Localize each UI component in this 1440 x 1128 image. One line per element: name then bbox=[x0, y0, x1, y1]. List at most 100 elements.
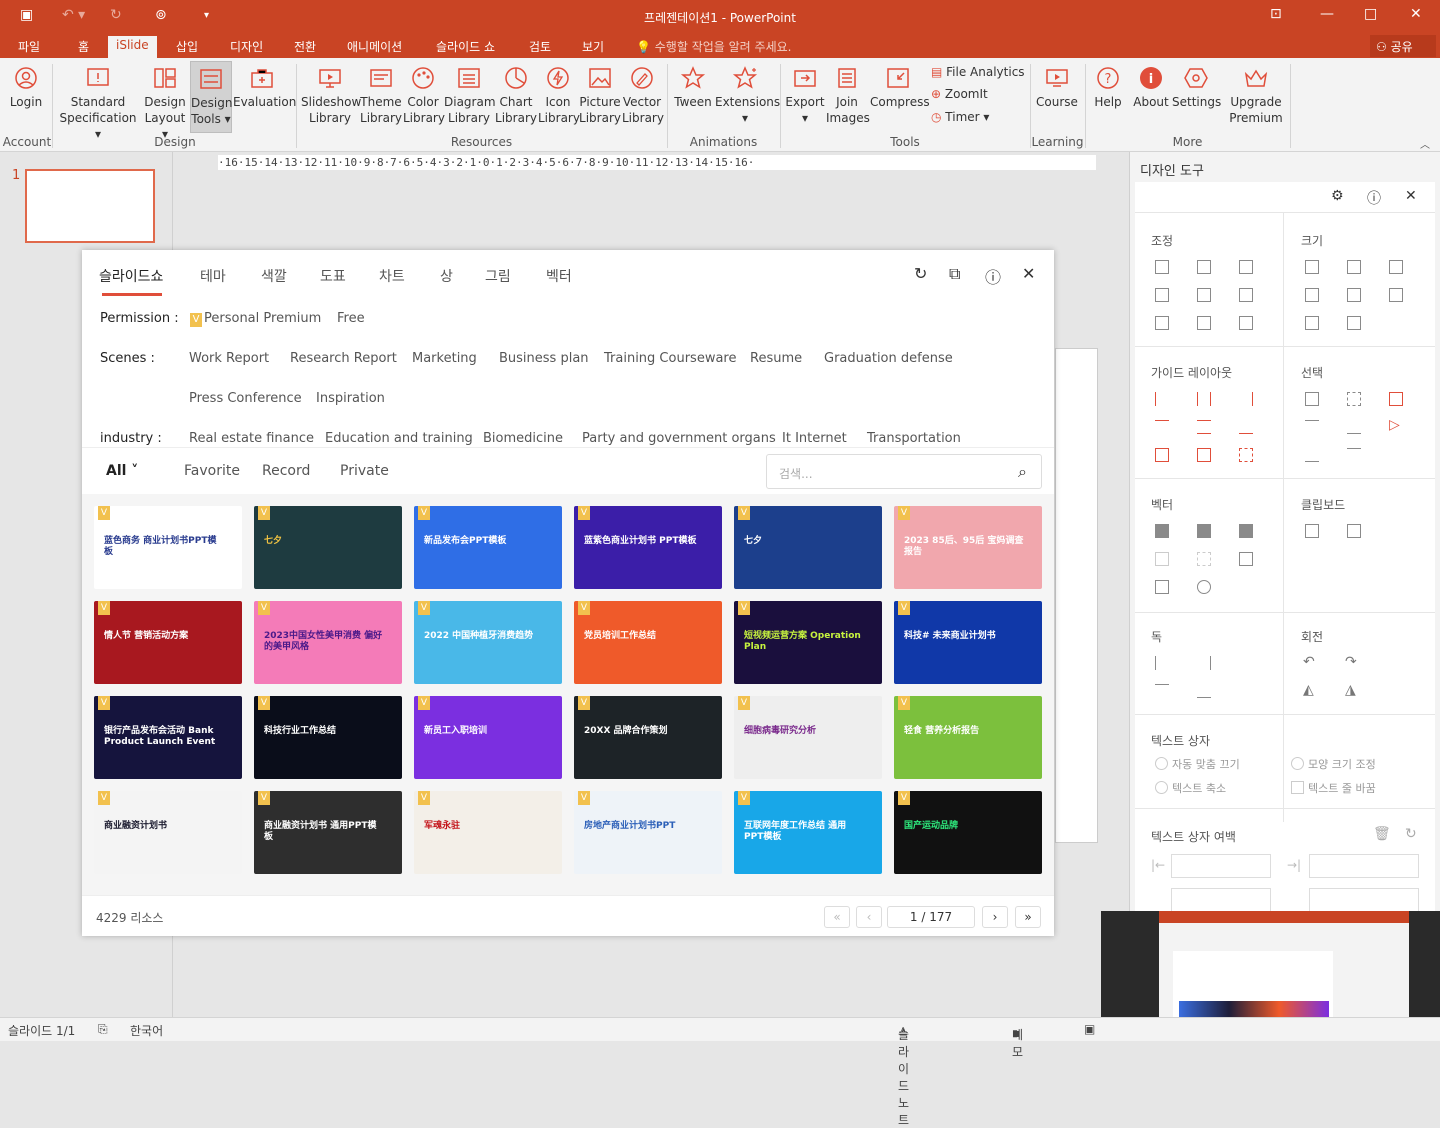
standard-specification-button[interactable]: Standard Specification ▾ bbox=[58, 66, 138, 142]
tab-color[interactable]: 색깔 bbox=[261, 266, 287, 286]
align-center-icon[interactable] bbox=[1197, 260, 1211, 274]
ribbon-display-icon[interactable]: ⊡ bbox=[1270, 6, 1282, 22]
shrink-text-option[interactable]: 텍스트 축소 bbox=[1155, 780, 1226, 796]
compress-button[interactable]: Compress bbox=[870, 66, 930, 110]
select-top-icon[interactable] bbox=[1305, 420, 1319, 434]
align-middle-icon[interactable] bbox=[1197, 288, 1211, 302]
join-images-button[interactable]: Join Images bbox=[826, 66, 870, 126]
guide-fit-icon[interactable] bbox=[1239, 448, 1253, 462]
trash-icon[interactable]: 🗑 bbox=[1373, 826, 1391, 842]
intersect-icon[interactable] bbox=[1155, 552, 1169, 566]
select-same-icon[interactable] bbox=[1305, 392, 1319, 406]
wrap-text-option[interactable]: 텍스트 줄 바꿈 bbox=[1291, 780, 1376, 796]
paste-icon[interactable] bbox=[1347, 524, 1361, 538]
template-card[interactable]: V 军魂永驻 bbox=[414, 791, 562, 874]
evaluation-button[interactable]: Evaluation bbox=[233, 66, 296, 110]
guide-center-icon[interactable] bbox=[1197, 392, 1211, 406]
tab-picture[interactable]: 그림 bbox=[485, 266, 511, 286]
tab-transitions[interactable]: 전환 bbox=[294, 38, 316, 55]
copy-icon[interactable] bbox=[1305, 524, 1319, 538]
filter-private[interactable]: Private bbox=[340, 463, 389, 479]
settings-button[interactable]: Settings bbox=[1172, 66, 1221, 110]
extend-top-icon[interactable] bbox=[1305, 316, 1319, 330]
filter-free[interactable]: Free bbox=[337, 311, 365, 326]
scene-business-plan[interactable]: Business plan bbox=[499, 351, 589, 366]
filter-all[interactable]: All ˅ bbox=[106, 463, 138, 479]
template-card[interactable]: V 国产运动品牌 bbox=[894, 791, 1042, 874]
guide-right-icon[interactable] bbox=[1239, 392, 1253, 406]
align-left-icon[interactable] bbox=[1155, 260, 1169, 274]
align-bottom-icon[interactable] bbox=[1239, 288, 1253, 302]
template-card[interactable]: V 科技# 未来商业计划书 bbox=[894, 601, 1042, 684]
swap-size-icon[interactable] bbox=[1389, 288, 1403, 302]
template-card[interactable]: V 细胞病毒研究分析 bbox=[734, 696, 882, 779]
tab-view[interactable]: 보기 bbox=[582, 38, 604, 55]
export-button[interactable]: Export ▾ bbox=[784, 66, 826, 126]
tab-insert[interactable]: 삽입 bbox=[176, 38, 198, 55]
design-layout-button[interactable]: Design Layout ▾ bbox=[142, 66, 188, 142]
guide-left-icon[interactable] bbox=[1155, 392, 1169, 406]
dock-right-icon[interactable] bbox=[1197, 656, 1211, 670]
select-pointer-icon[interactable]: ▷ bbox=[1389, 417, 1400, 433]
file-analytics-button[interactable]: ▤ File Analytics bbox=[931, 65, 1025, 79]
template-card[interactable]: V 房地产商业计划书PPT bbox=[574, 791, 722, 874]
template-card[interactable]: V 情人节 营销活动方案 bbox=[94, 601, 242, 684]
industry-real-estate[interactable]: Real estate finance bbox=[189, 431, 314, 446]
vector-library-button[interactable]: Vector Library bbox=[622, 66, 664, 126]
industry-it-internet[interactable]: It Internet bbox=[782, 431, 847, 446]
guide-middle-icon[interactable] bbox=[1197, 420, 1211, 434]
guide-top-icon[interactable] bbox=[1155, 420, 1169, 434]
industry-party-government[interactable]: Party and government organs bbox=[582, 431, 776, 446]
upgrade-premium-button[interactable]: Upgrade Premium bbox=[1228, 66, 1284, 126]
template-card[interactable]: V 银行产品发布会活动 Bank Product Launch Event bbox=[94, 696, 242, 779]
template-card[interactable]: V 七夕 bbox=[254, 506, 402, 589]
rotate-left-icon[interactable]: ↶ bbox=[1303, 654, 1315, 670]
flip-horizontal-icon[interactable]: ◭ bbox=[1303, 682, 1314, 698]
rotate-right-icon[interactable]: ↷ bbox=[1345, 654, 1357, 670]
margin-right-input[interactable] bbox=[1309, 854, 1419, 878]
filter-favorite[interactable]: Favorite bbox=[184, 463, 240, 479]
autofit-off-option[interactable]: 자동 맞춤 끄기 bbox=[1155, 756, 1240, 772]
help-icon[interactable]: ⓘ bbox=[985, 264, 1001, 288]
normal-view-icon[interactable]: ▣ bbox=[1084, 1022, 1095, 1036]
design-tools-button[interactable]: Design Tools ▾ bbox=[190, 61, 232, 133]
flip-vertical-icon[interactable]: ◮ bbox=[1345, 682, 1356, 698]
tween-button[interactable]: Tween bbox=[672, 66, 714, 110]
extend-bottom-icon[interactable] bbox=[1347, 316, 1361, 330]
refresh-icon[interactable]: ↻ bbox=[914, 264, 927, 283]
tell-me-input[interactable]: 💡 수행할 작업을 알려 주세요. bbox=[636, 38, 791, 55]
dock-left-icon[interactable] bbox=[1155, 656, 1169, 670]
slide-canvas[interactable] bbox=[1055, 348, 1098, 843]
timer-button[interactable]: ◷ Timer ▾ bbox=[931, 110, 989, 124]
refresh-icon[interactable]: ↻ bbox=[1405, 826, 1417, 842]
close-icon[interactable]: ✕ bbox=[1410, 6, 1422, 22]
select-middle-icon[interactable] bbox=[1347, 420, 1361, 434]
align-right-icon[interactable] bbox=[1239, 260, 1253, 274]
select-similar-icon[interactable] bbox=[1347, 392, 1361, 406]
tab-icon[interactable]: 상 bbox=[440, 266, 453, 286]
guide-bottom-icon[interactable] bbox=[1239, 420, 1253, 434]
slide-thumbnail[interactable] bbox=[25, 169, 155, 243]
template-card[interactable]: V 新员工入职培训 bbox=[414, 696, 562, 779]
combine-icon[interactable] bbox=[1197, 524, 1211, 538]
industry-education[interactable]: Education and training bbox=[325, 431, 473, 446]
same-width-icon[interactable] bbox=[1305, 260, 1319, 274]
edit-points-icon[interactable] bbox=[1239, 552, 1253, 566]
scene-resume[interactable]: Resume bbox=[750, 351, 802, 366]
align-slide-icon[interactable] bbox=[1239, 316, 1253, 330]
last-page-button[interactable]: » bbox=[1015, 906, 1041, 928]
shape-convert-icon[interactable] bbox=[1197, 580, 1211, 594]
scene-work-report[interactable]: Work Report bbox=[189, 351, 269, 366]
filter-record[interactable]: Record bbox=[262, 463, 310, 479]
template-card[interactable]: V 新品发布会PPT模板 bbox=[414, 506, 562, 589]
union-icon[interactable] bbox=[1155, 524, 1169, 538]
select-inverse-icon[interactable] bbox=[1347, 448, 1361, 462]
subtract-icon[interactable] bbox=[1197, 552, 1211, 566]
template-card[interactable]: V 七夕 bbox=[734, 506, 882, 589]
scene-graduation-defense[interactable]: Graduation defense bbox=[824, 351, 953, 366]
chart-library-button[interactable]: Chart Library bbox=[495, 66, 537, 126]
template-card[interactable]: V 2023中国女性美甲消费 偏好的美甲风格 bbox=[254, 601, 402, 684]
template-card[interactable]: V 商业融资计划书 bbox=[94, 791, 242, 874]
select-check-icon[interactable] bbox=[1389, 392, 1403, 406]
template-card[interactable]: V 党员培训工作总结 bbox=[574, 601, 722, 684]
